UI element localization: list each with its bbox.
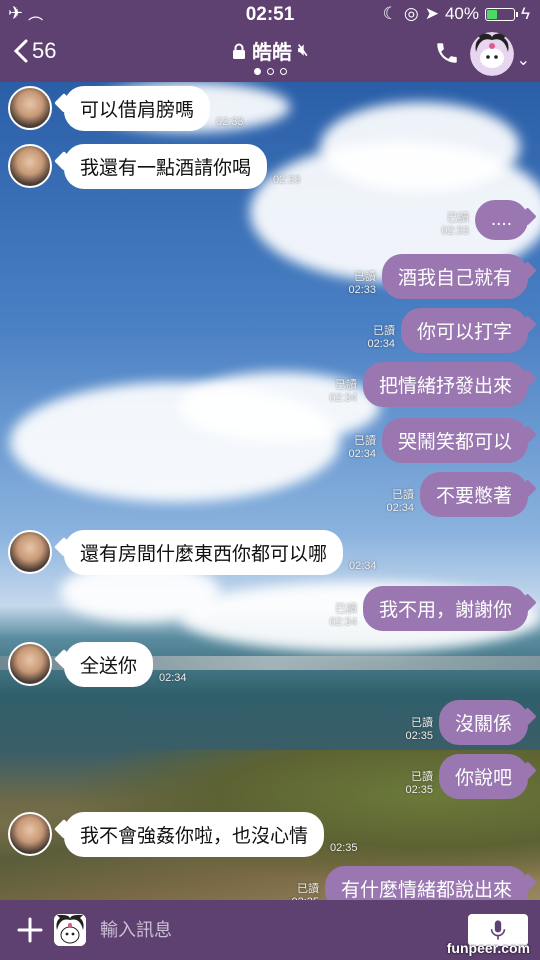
page-indicator [0, 68, 540, 75]
read-status: 已讀 [391, 489, 414, 501]
phone-icon[interactable] [434, 40, 460, 66]
message-input[interactable] [100, 912, 440, 948]
battery-percent: 40% [444, 4, 479, 23]
message-bubble[interactable]: 不要憋著 [419, 472, 528, 517]
message-time: 02:33 [273, 174, 301, 186]
message-outgoing: 已讀 02:35 你說吧 [405, 754, 528, 799]
message-incoming: 全送你 02:34 [8, 642, 187, 687]
chevron-down-icon[interactable]: ⌄ [517, 50, 530, 70]
page-dot [253, 68, 261, 75]
page-dot [279, 68, 287, 75]
kuromi-avatar-icon [470, 32, 514, 76]
message-meta: 已讀 02:34 [367, 325, 395, 351]
message-bubble[interactable]: 你可以打字 [400, 308, 528, 353]
message-time: 02:34 [329, 616, 357, 628]
location-icon: ➤ [424, 4, 439, 23]
message-bubble[interactable]: .... [474, 200, 528, 240]
message-bubble[interactable]: 你說吧 [438, 754, 528, 799]
message-outgoing: 已讀 02:34 我不用，謝謝你 [329, 586, 528, 631]
watermark: funpeer.com [446, 940, 530, 956]
message-time: 02:33 [441, 225, 469, 237]
status-right: ☾ ◎ ➤ 40% ϟ [383, 4, 530, 24]
message-incoming: 還有房間什麼東西你都可以哪 02:34 [8, 530, 377, 575]
message-meta: 已讀 02:34 [329, 379, 357, 405]
message-bubble[interactable]: 酒我自己就有 [381, 254, 528, 299]
lock-icon [232, 43, 245, 59]
message-time: 02:34 [159, 672, 187, 684]
message-bubble[interactable]: 把情緒抒發出來 [362, 362, 528, 407]
sender-avatar[interactable] [8, 144, 52, 188]
message-outgoing: 已讀 02:34 你可以打字 [367, 308, 528, 353]
message-outgoing: 已讀 02:33 酒我自己就有 [348, 254, 528, 299]
message-incoming: 可以借肩膀嗎 02:33 [8, 86, 244, 131]
read-status: 已讀 [353, 271, 376, 283]
message-outgoing: 已讀 02:34 哭鬧笑都可以 [348, 418, 528, 463]
battery-icon [485, 7, 518, 21]
rotation-lock-icon: ◎ [403, 4, 419, 23]
message-meta: 已讀 02:34 [329, 603, 357, 629]
sticker-icon [54, 914, 86, 946]
message-time: 02:35 [405, 730, 433, 742]
message-meta: 已讀 02:34 [348, 435, 376, 461]
page-dot [266, 68, 274, 75]
message-bubble[interactable]: 可以借肩膀嗎 [64, 86, 211, 131]
read-status: 已讀 [296, 883, 319, 895]
message-bubble[interactable]: 全送你 [64, 642, 154, 687]
message-meta: 已讀02:35 [405, 717, 433, 743]
message-bubble[interactable]: 我不用，謝謝你 [362, 586, 528, 631]
message-outgoing: 已讀 02:34 不要憋著 [386, 472, 528, 517]
message-meta: 已讀 02:33 [348, 271, 376, 297]
read-status: 已讀 [334, 603, 357, 615]
sender-avatar[interactable] [8, 812, 52, 856]
sender-avatar[interactable] [8, 642, 52, 686]
mic-icon [490, 920, 506, 940]
read-status: 已讀 [372, 325, 395, 337]
message-meta: 已讀 02:34 [386, 489, 414, 515]
read-status: 已讀 [410, 717, 433, 729]
cloud [320, 102, 520, 192]
status-bar: ✈ ︵ 02:51 ☾ ◎ ➤ 40% ϟ [0, 0, 540, 28]
read-status: 已讀 [334, 379, 357, 391]
message-meta: 已讀02:35 [405, 771, 433, 797]
chat-title: 皓皓 [251, 42, 292, 64]
sender-avatar[interactable] [8, 530, 52, 574]
message-bubble[interactable]: 沒關係 [438, 700, 528, 745]
message-bubble[interactable]: 還有房間什麼東西你都可以哪 [64, 530, 344, 575]
message-time: 02:33 [348, 284, 376, 296]
read-status: 已讀 [353, 435, 376, 447]
plus-icon[interactable] [16, 916, 44, 944]
message-incoming: 我還有一點酒請你喝 02:33 [8, 144, 301, 189]
message-outgoing: 已讀 02:34 把情緒抒發出來 [329, 362, 528, 407]
message-time: 02:34 [329, 392, 357, 404]
message-time: 02:34 [367, 338, 395, 350]
read-status: 已讀 [446, 212, 469, 224]
message-time: 02:35 [405, 784, 433, 796]
message-outgoing: 已讀 02:35 沒關係 [405, 700, 528, 745]
mute-icon: 🔇︎ [297, 41, 309, 59]
moon-icon: ☾ [382, 4, 398, 23]
message-time: 02:33 [216, 116, 244, 128]
contact-avatar[interactable] [470, 32, 514, 76]
message-time: 02:34 [348, 448, 376, 460]
chat-header: 56 皓皓 🔇︎ ⌄ [0, 28, 540, 82]
message-time: 02:34 [386, 502, 414, 514]
message-bubble[interactable]: 我不會強姦你啦，也沒心情 [64, 812, 325, 857]
message-bubble[interactable]: 我還有一點酒請你喝 [64, 144, 268, 189]
sticker-button[interactable] [54, 914, 86, 946]
message-input-bar: funpeer.com [0, 900, 540, 960]
message-incoming: 我不會強姦你啦，也沒心情 02:35 [8, 812, 358, 857]
message-time: 02:35 [330, 842, 358, 854]
message-outgoing: 已讀 02:33 .... [441, 200, 528, 240]
sender-avatar[interactable] [8, 86, 52, 130]
message-meta: 已讀 02:33 [441, 212, 469, 238]
read-status: 已讀 [410, 771, 433, 783]
charging-icon: ϟ [521, 4, 530, 23]
message-time: 02:34 [349, 560, 377, 572]
message-bubble[interactable]: 哭鬧笑都可以 [381, 418, 528, 463]
